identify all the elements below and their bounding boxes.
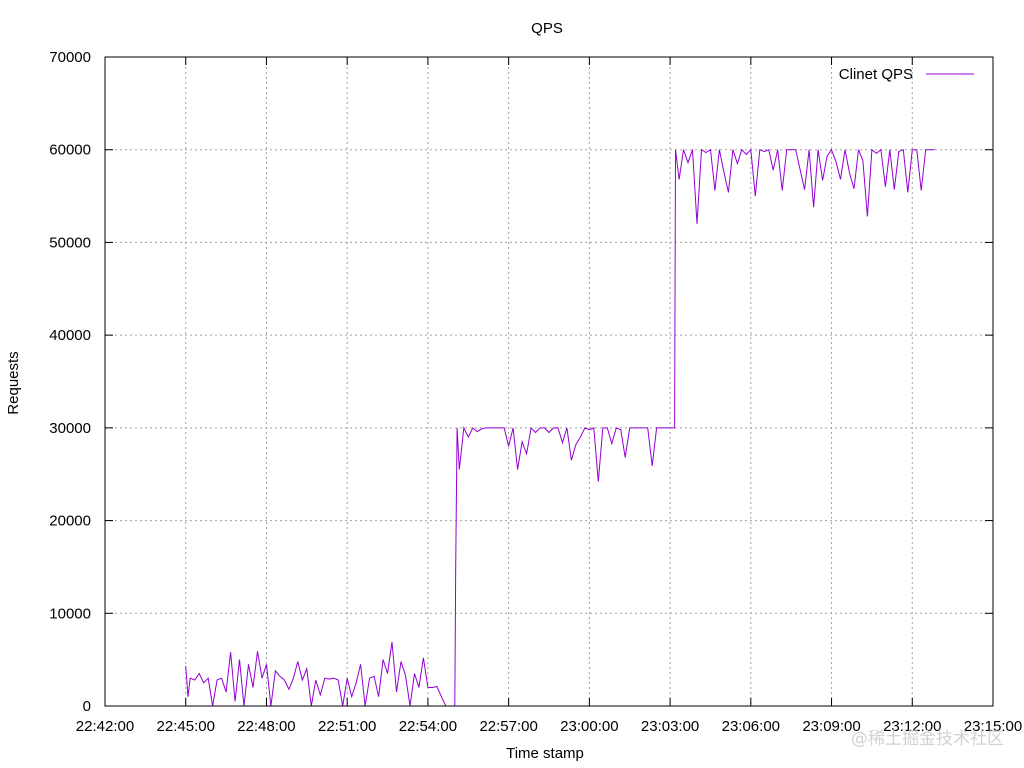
x-tick-label: 22:42:00 bbox=[76, 718, 134, 735]
chart-title: QPS bbox=[531, 20, 563, 37]
qps-line-chart: 22:42:00 22:45:00 22:48:00 22:51:00 22:54:00… bbox=[5, 20, 1022, 762]
axis-ticks: 22:42:00 22:45:00 22:48:00 22:51:00 22:54:00… bbox=[49, 49, 1022, 735]
x-axis-label: Time stamp bbox=[506, 745, 584, 762]
y-axis-label: Requests bbox=[5, 351, 22, 414]
x-tick-label: 22:48:00 bbox=[237, 718, 295, 735]
grid-lines bbox=[105, 57, 993, 706]
x-tick-label: 22:45:00 bbox=[157, 718, 215, 735]
x-tick-label: 23:00:00 bbox=[560, 718, 618, 735]
y-tick-label: 20000 bbox=[49, 513, 91, 530]
y-tick-label: 60000 bbox=[49, 142, 91, 159]
y-tick-label: 10000 bbox=[49, 605, 91, 622]
plot-frame bbox=[104, 56, 994, 707]
watermark: @稀土掘金技术社区 bbox=[851, 729, 1004, 749]
y-tick-label: 30000 bbox=[49, 420, 91, 437]
y-tick-label: 50000 bbox=[49, 234, 91, 251]
y-tick-label: 40000 bbox=[49, 327, 91, 344]
legend: Clinet QPS bbox=[839, 66, 974, 83]
x-tick-label: 23:06:00 bbox=[722, 718, 780, 735]
legend-label: Clinet QPS bbox=[839, 66, 913, 83]
x-tick-label: 22:51:00 bbox=[318, 718, 376, 735]
y-tick-label: 70000 bbox=[49, 49, 91, 66]
x-tick-label: 23:03:00 bbox=[641, 718, 699, 735]
y-tick-label: 0 bbox=[83, 698, 91, 715]
x-tick-label: 22:54:00 bbox=[399, 718, 457, 735]
x-tick-label: 22:57:00 bbox=[479, 718, 537, 735]
